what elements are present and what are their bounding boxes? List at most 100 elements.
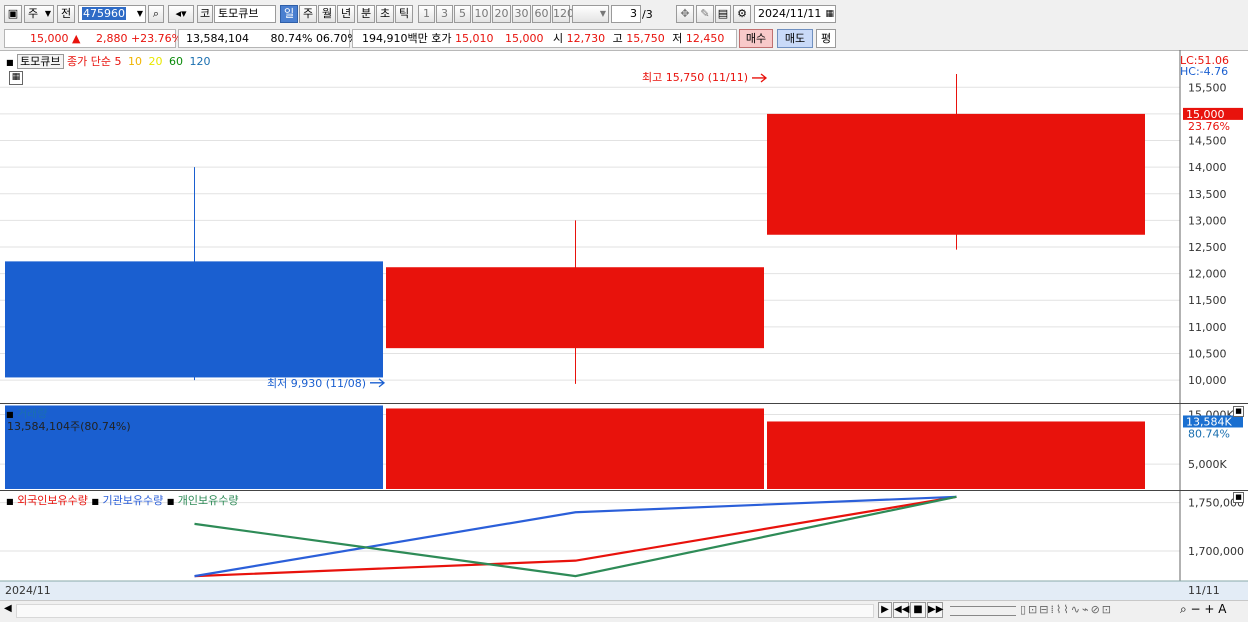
stock-code-value: 475960	[82, 7, 126, 20]
period-tab-tick[interactable]: 틱	[395, 5, 413, 23]
fast-forward-icon[interactable]: ▶▶	[927, 602, 943, 618]
window-menu-icon[interactable]: ▣	[4, 5, 22, 23]
draw-icon[interactable]: ✎	[696, 5, 714, 23]
interval-120[interactable]: 120	[552, 5, 574, 23]
table-icon[interactable]: ▦	[9, 71, 23, 85]
legend-ma-5[interactable]: 5	[115, 55, 122, 68]
date-value: 2024/11/11	[758, 7, 822, 20]
calendar-icon[interactable]: ▦	[825, 6, 834, 22]
stock-code-input[interactable]: 475960 ▼	[78, 5, 146, 23]
price-box: 15,000 ▲ 2,880 +23.76%	[4, 29, 182, 48]
holdings-legend: ■ 외국인보유수량 ■ 기관보유수량 ■ 개인보유수량	[6, 492, 239, 508]
date-input[interactable]: 2024/11/11 ▦	[754, 5, 836, 23]
price-tick-label: 10,000	[1188, 374, 1227, 387]
candle-body	[5, 261, 383, 378]
gear-icon[interactable]: ⚙	[733, 5, 751, 23]
legend-foreign[interactable]: 외국인보유수량	[17, 494, 88, 507]
period-type-select[interactable]: 주 ▼	[24, 5, 54, 23]
open-label: 시	[552, 32, 564, 45]
legend-marker-icon: ■	[166, 497, 175, 506]
legend-individual[interactable]: 개인보유수량	[178, 494, 239, 507]
search-icon[interactable]: ⌕	[148, 5, 164, 23]
rewind-icon[interactable]: ◀◀	[893, 602, 909, 618]
scroll-left-icon[interactable]: ◀	[4, 603, 12, 614]
horizontal-scrollbar[interactable]	[16, 604, 874, 618]
low-value: 12,450	[685, 32, 725, 45]
stock-name-field[interactable]: 토모큐브	[214, 5, 276, 23]
period-tab-day[interactable]: 일	[280, 5, 298, 23]
volume-bar	[386, 408, 764, 489]
holdings-series-line	[194, 495, 957, 578]
x-axis-right-label: 11/11	[1188, 584, 1220, 597]
interval-10[interactable]: 10	[472, 5, 491, 23]
volume-box: 13,584,104 80.74% 06.70%	[178, 29, 358, 48]
bid-label: 호가	[431, 32, 452, 45]
price-tick-label: 12,500	[1188, 241, 1227, 254]
interval-30[interactable]: 30	[512, 5, 531, 23]
volume-info: 13,584,104주(80.74%)	[7, 420, 131, 433]
chevron-down-icon[interactable]: ▼	[137, 6, 143, 22]
volume-tick-label: 5,000K	[1188, 458, 1227, 471]
change-value: 2,880	[95, 32, 128, 45]
close-icon[interactable]: ■	[1233, 492, 1244, 503]
period-tab-year[interactable]: 년	[337, 5, 355, 23]
price-tick-label: 15,500	[1188, 81, 1227, 94]
zoom-slider[interactable]	[950, 606, 1016, 616]
amount: 194,910백만	[362, 32, 428, 45]
legend-ma-label[interactable]: 종가 단순	[67, 55, 111, 68]
current-pct-label: 23.76%	[1188, 120, 1230, 133]
sell-button[interactable]: 매도	[777, 29, 813, 48]
interval-3[interactable]: 3	[436, 5, 453, 23]
period-tab-week[interactable]: 주	[299, 5, 317, 23]
interval-20[interactable]: 20	[492, 5, 511, 23]
price-tick-label: 14,500	[1188, 135, 1227, 148]
legend-ma-60[interactable]: 60	[169, 55, 183, 68]
period-tab-minute[interactable]: 분	[357, 5, 375, 23]
save-icon[interactable]: ▤	[715, 5, 731, 23]
interval-1[interactable]: 1	[418, 5, 435, 23]
period-type-label: 주	[28, 7, 39, 20]
candle-body	[767, 113, 1145, 235]
holdings-tick-label: 1,700,000	[1188, 545, 1244, 558]
toolbar: ▣ 주 ▼ 전 475960 ▼ ⌕ ◂▾ 코 토모큐브 일 주 월 년 분 초 틱…	[0, 0, 1248, 29]
stop-icon[interactable]: ■	[910, 602, 926, 618]
high-arrow-icon	[752, 73, 768, 83]
low-label: 저	[672, 32, 683, 45]
interval-5[interactable]: 5	[454, 5, 471, 23]
sound-icon[interactable]: ◂▾	[168, 5, 194, 23]
high-annotation: 최고 15,750 (11/11)	[642, 71, 748, 84]
current-volume-pct: 80.74%	[1188, 427, 1230, 440]
compare-icon[interactable]: ✥	[676, 5, 694, 23]
order-box: 194,910백만 호가 15,010 15,000 시 12,730 고 15…	[352, 29, 737, 48]
eval-button[interactable]: 평	[816, 29, 836, 48]
interval-custom-select[interactable]: ▼	[572, 5, 609, 23]
low-annotation: 최저 9,930 (11/08)	[267, 377, 366, 390]
prev-button[interactable]: 전	[57, 5, 75, 23]
chevron-down-icon: ▼	[599, 9, 606, 18]
drawing-tools-icon[interactable]: ▯⊡⊟⁞⌇⌇∿⌁⊘⊡	[1020, 603, 1113, 616]
legend-ma-120[interactable]: 120	[190, 55, 211, 68]
legend-institution[interactable]: 기관보유수량	[102, 494, 163, 507]
close-icon[interactable]: ■	[1233, 406, 1244, 417]
price-tick-label: 13,000	[1188, 214, 1227, 227]
legend-ma-10[interactable]: 10	[128, 55, 142, 68]
high-label: 고	[612, 32, 623, 45]
interval-60[interactable]: 60	[532, 5, 551, 23]
period-tab-second[interactable]: 초	[376, 5, 394, 23]
buy-button[interactable]: 매수	[739, 29, 773, 48]
page-input[interactable]: 3	[611, 5, 641, 23]
period-tab-month[interactable]: 월	[318, 5, 336, 23]
legend-ma-20[interactable]: 20	[149, 55, 163, 68]
volume-bar	[767, 421, 1145, 489]
open-value: 12,730	[566, 32, 606, 45]
bid-value: 15,010	[454, 32, 494, 45]
scroll-right-icon[interactable]: ▶	[878, 602, 892, 618]
market-button[interactable]: 코	[197, 5, 213, 23]
high-value: 15,750	[626, 32, 665, 45]
price-tick-label: 10,500	[1188, 347, 1227, 360]
x-axis-left-label: 2024/11	[5, 584, 51, 597]
price-legend: ■ 토모큐브 종가 단순 5 10 20 60 120	[6, 53, 211, 69]
zoom-controls-icon[interactable]: ⌕ − + A	[1180, 602, 1226, 617]
volume-value: 13,584,104	[186, 32, 249, 45]
legend-stock-name[interactable]: 토모큐브	[17, 54, 64, 69]
